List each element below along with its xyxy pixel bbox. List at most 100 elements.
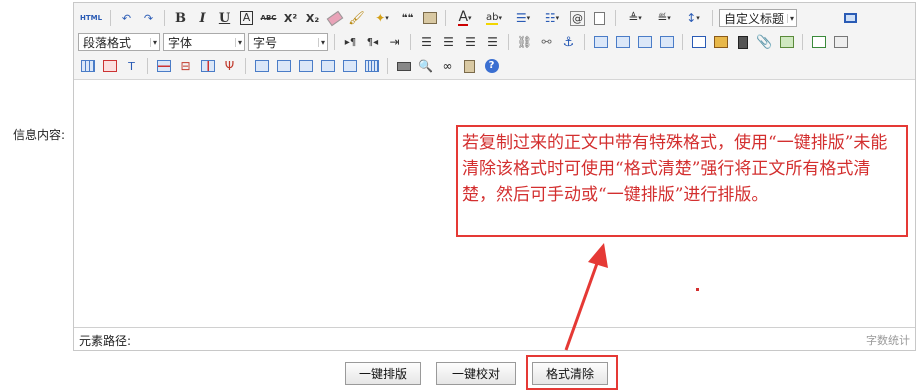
toolbar-separator	[802, 34, 803, 50]
paragraph-format-select[interactable]: 段落格式 ▾	[78, 33, 160, 51]
image-none-button[interactable]	[591, 33, 610, 52]
font-color-button[interactable]: A ▾	[452, 9, 478, 28]
bold-button[interactable]: B	[171, 9, 190, 28]
split-cols-button[interactable]	[362, 57, 381, 76]
insert-frame-button[interactable]	[831, 33, 850, 52]
chevron-down-icon: ▾	[667, 14, 671, 22]
align-right-button[interactable]: ☰	[461, 33, 480, 52]
redo-button[interactable]: ↷	[139, 9, 158, 28]
font-size-value: 字号	[253, 35, 278, 50]
font-border-button[interactable]: A	[237, 9, 256, 28]
insert-table-button[interactable]	[78, 57, 97, 76]
annotation-dot	[696, 288, 699, 291]
custom-title-select[interactable]: 自定义标题 ▾	[719, 9, 797, 27]
fullscreen-button[interactable]	[841, 9, 860, 28]
toolbar-separator	[110, 10, 111, 26]
bold-icon: B	[175, 10, 186, 26]
insert-paragraph-before-table-button[interactable]: T	[122, 57, 141, 76]
italic-icon: I	[199, 10, 206, 26]
font-size-select[interactable]: 字号 ▾	[248, 33, 328, 51]
word-count-label[interactable]: 字数统计	[866, 332, 910, 348]
font-family-select[interactable]: 字体 ▾	[163, 33, 245, 51]
word-image-button[interactable]	[689, 33, 708, 52]
chevron-down-icon: ▾	[696, 14, 700, 22]
anchor-button[interactable]: ⚓	[559, 33, 578, 52]
blockquote-button[interactable]: ❝❝	[398, 9, 417, 28]
gmap-button[interactable]	[809, 33, 828, 52]
align-justify-button[interactable]: ☰	[483, 33, 502, 52]
insert-image-button[interactable]	[711, 33, 730, 52]
row-spacing-bottom-button[interactable]: ≝ ▾	[651, 9, 677, 28]
insert-video-button[interactable]	[733, 33, 752, 52]
search-replace-button[interactable]: ∞	[438, 57, 457, 76]
select-all-button[interactable]: @	[568, 9, 587, 28]
background-color-button[interactable]: ab ▾	[481, 9, 507, 28]
attachment-button[interactable]: 📎	[755, 33, 774, 52]
paste-plain-button[interactable]	[420, 9, 439, 28]
html-source-button[interactable]: HTML	[78, 9, 104, 28]
insert-col-button[interactable]	[198, 57, 217, 76]
split-cells-button[interactable]	[318, 57, 337, 76]
binoculars-icon: ∞	[442, 59, 453, 73]
rtl-button[interactable]: ¶◂	[363, 33, 382, 52]
merge-cells-button[interactable]	[252, 57, 271, 76]
help-button[interactable]: ?	[482, 57, 501, 76]
align-center-button[interactable]: ☰	[439, 33, 458, 52]
toolbar-separator	[445, 10, 446, 26]
toolbar-separator	[245, 58, 246, 74]
clipboard-icon	[464, 59, 475, 73]
strikethrough-button[interactable]: ABC	[259, 9, 278, 28]
paragraph-format-value: 段落格式	[83, 35, 132, 50]
row-spacing-top-button[interactable]: ≜ ▾	[622, 9, 648, 28]
anchor-icon: ⚓	[562, 34, 575, 50]
unordered-list-button[interactable]: ☷ ▾	[539, 9, 565, 28]
format-brush-button[interactable]: 🖌	[347, 9, 366, 28]
blank-page-icon	[594, 11, 605, 25]
print-button[interactable]	[394, 57, 413, 76]
merge-down-button[interactable]	[296, 57, 315, 76]
auto-layout-button[interactable]: 一键排版	[345, 362, 421, 385]
underline-button[interactable]: U	[215, 9, 234, 28]
toolbar-separator	[387, 58, 388, 74]
merge-right-button[interactable]	[274, 57, 293, 76]
proofread-button[interactable]: 一键校对	[436, 362, 516, 385]
chevron-down-icon: ▾	[149, 37, 157, 47]
drafts-button[interactable]	[460, 57, 479, 76]
unlink-button[interactable]: ⚯	[537, 33, 556, 52]
image-center-button[interactable]	[657, 33, 676, 52]
eraser-icon	[326, 10, 343, 26]
delete-col-button[interactable]: Ψ	[220, 57, 239, 76]
insert-row-button[interactable]	[154, 57, 173, 76]
align-left-button[interactable]: ☰	[417, 33, 436, 52]
ltr-button[interactable]: ▸¶	[341, 33, 360, 52]
strikethrough-icon: ABC	[260, 14, 277, 22]
link-button[interactable]: ⛓	[515, 33, 534, 52]
auto-format-button[interactable]: ✦ ▾	[369, 9, 395, 28]
delete-row-button[interactable]: ⊟	[176, 57, 195, 76]
image-left-button[interactable]	[613, 33, 632, 52]
split-rows-button[interactable]	[340, 57, 359, 76]
split-cols-icon	[364, 60, 379, 72]
image-none-icon	[593, 36, 608, 48]
paste-icon	[422, 12, 437, 24]
line-height-button[interactable]: ↕ ▾	[680, 9, 706, 28]
italic-button[interactable]: I	[193, 9, 212, 28]
superscript-button[interactable]: X²	[281, 9, 300, 28]
editor-footer: 元素路径: 字数统计	[74, 327, 915, 350]
subscript-icon: X₂	[305, 11, 320, 25]
delete-table-button[interactable]	[100, 57, 119, 76]
video-icon	[737, 35, 748, 49]
preview-button[interactable]: 🔍	[416, 57, 435, 76]
chevron-down-icon: ▾	[498, 14, 502, 22]
image-right-button[interactable]	[635, 33, 654, 52]
eraser-button[interactable]	[325, 9, 344, 28]
map-button[interactable]	[777, 33, 796, 52]
indent-button[interactable]: ⇥	[385, 33, 404, 52]
subscript-button[interactable]: X₂	[303, 9, 322, 28]
font-color-icon: A	[458, 8, 469, 26]
indent-icon: ⇥	[389, 35, 400, 49]
highlight-icon: ab	[486, 11, 499, 25]
clear-document-button[interactable]	[590, 9, 609, 28]
undo-button[interactable]: ↶	[117, 9, 136, 28]
ordered-list-button[interactable]: ☰ ▾	[510, 9, 536, 28]
